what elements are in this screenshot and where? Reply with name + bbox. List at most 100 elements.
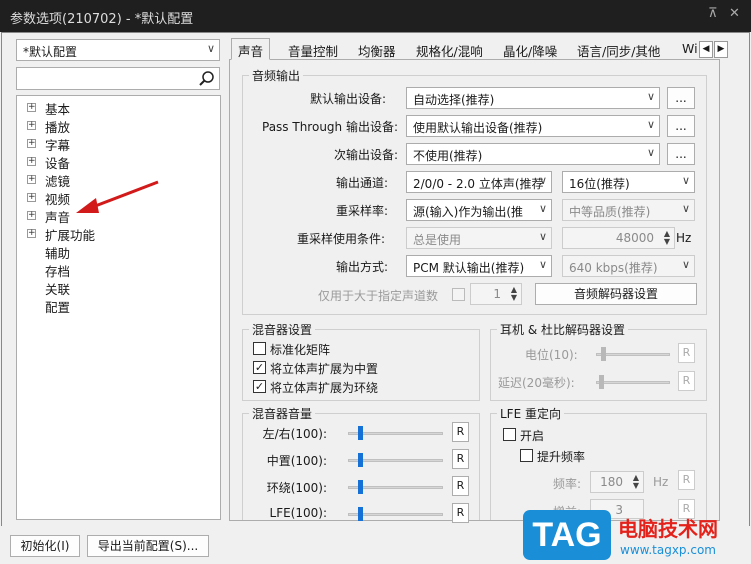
tab[interactable]: 规格化/混响: [410, 39, 489, 60]
quality-select[interactable]: 中等品质(推荐) ∨: [562, 199, 695, 221]
chevron-down-icon: ∨: [646, 90, 655, 103]
audio-decoder-settings-button[interactable]: 音频解码器设置: [535, 283, 697, 305]
bitrate-select[interactable]: 640 kbps(推荐) ∨: [562, 255, 695, 277]
profile-select[interactable]: *默认配置 ∨: [16, 39, 220, 61]
lfe-frequency-spinner[interactable]: 180 ▲ ▼: [590, 471, 644, 493]
level-reset-button[interactable]: R: [678, 343, 695, 363]
tab[interactable]: 声音: [231, 38, 271, 60]
delay-slider-thumb[interactable]: [599, 375, 604, 389]
tree-item[interactable]: + 视频: [27, 189, 70, 208]
export-config-button[interactable]: 导出当前配置(S)...: [87, 535, 209, 557]
lfe-boost-checkbox[interactable]: [520, 449, 533, 462]
bit-depth-select[interactable]: 16位(推荐) ∨: [562, 171, 695, 193]
expand-icon[interactable]: +: [27, 193, 36, 202]
tab[interactable]: 晶化/降噪: [497, 39, 563, 60]
resample-select[interactable]: 源(输入)作为输出(推 ∨: [406, 199, 552, 221]
channel-select[interactable]: 2/0/0 - 2.0 立体声(推荐 ∨: [406, 171, 552, 193]
output-mode-select[interactable]: PCM 默认输出(推荐) ∨: [406, 255, 552, 277]
tree-item[interactable]: + 扩展功能: [27, 225, 95, 244]
expand-icon[interactable]: +: [27, 121, 36, 130]
mixer-checkbox[interactable]: ✓: [253, 361, 266, 374]
pin-icon[interactable]: ⊼: [708, 6, 718, 21]
tree-item[interactable]: + 字幕: [27, 135, 70, 154]
expand-icon[interactable]: +: [27, 103, 36, 112]
expand-icon[interactable]: +: [27, 139, 36, 148]
watermark-site-name: 电脑技术网: [618, 517, 718, 541]
tree-item[interactable]: + 播放: [27, 117, 70, 136]
lfe-enable-checkbox[interactable]: [503, 428, 516, 441]
spin-arrows-icon[interactable]: ▲ ▼: [511, 286, 517, 302]
delay-reset-button[interactable]: R: [678, 371, 695, 391]
resample-condition-select[interactable]: 总是使用 ∨: [406, 227, 552, 249]
volume-slider[interactable]: [348, 426, 443, 440]
tab[interactable]: 语言/同步/其他: [571, 39, 666, 60]
tree-item[interactable]: + 声音: [27, 207, 70, 226]
tree-item[interactable]: 关联: [45, 279, 70, 298]
chevron-down-icon: ∨: [681, 202, 690, 215]
tab[interactable]: 音量控制: [282, 39, 344, 60]
bit-depth-value: 16位(推荐): [569, 177, 630, 191]
tree-item[interactable]: 配置: [45, 297, 70, 316]
expand-icon[interactable]: +: [27, 229, 36, 238]
mixer-checkbox[interactable]: ✓: [253, 380, 266, 393]
volume-reset-button[interactable]: R: [452, 449, 469, 469]
output-mode-label: 输出方式:: [336, 260, 389, 274]
volume-slider-thumb[interactable]: [358, 507, 363, 521]
level-slider[interactable]: [596, 347, 670, 361]
volume-reset-button[interactable]: R: [452, 476, 469, 496]
sample-rate-input[interactable]: 48000 ▲ ▼: [562, 227, 675, 249]
default-device-select[interactable]: 自动选择(推荐) ∨: [406, 87, 660, 109]
passthrough-select[interactable]: 使用默认输出设备(推荐) ∨: [406, 115, 660, 137]
tab-scroll-left-icon[interactable]: ◀: [699, 41, 713, 58]
lfe-frequency-label: 频率:: [553, 477, 582, 491]
settings-tree[interactable]: + 基本 + 播放 + 字幕 + 设备 + 滤镜 + 视频 + 声音 + 扩展功能 辅助 存档 关联 配置: [16, 95, 221, 520]
tree-item[interactable]: + 滤镜: [27, 171, 71, 190]
close-icon[interactable]: ✕: [729, 6, 740, 21]
expand-icon[interactable]: +: [27, 157, 36, 166]
spin-arrows-icon[interactable]: ▲ ▼: [664, 230, 670, 246]
mixer-checkbox-label: 将立体声扩展为中置: [270, 362, 379, 376]
volume-slider[interactable]: [348, 507, 443, 521]
chevron-down-icon: ∨: [538, 174, 547, 187]
tree-item[interactable]: 存档: [45, 261, 70, 280]
title-bar: 参数选项(210702) - *默认配置 ⊼ ✕: [0, 0, 751, 32]
tree-item-label: 滤镜: [45, 174, 71, 189]
secondary-device-more-button[interactable]: ...: [667, 143, 695, 165]
tab[interactable]: 均衡器: [352, 39, 402, 60]
volume-label: 环绕(100):: [266, 481, 327, 495]
tree-item[interactable]: + 设备: [27, 153, 70, 172]
level-slider-thumb[interactable]: [601, 347, 606, 361]
search-icon[interactable]: [198, 70, 215, 87]
chevron-down-icon: ∨: [646, 118, 655, 131]
channels-only-checkbox[interactable]: [452, 288, 465, 301]
headphone-title: 耳机 & 杜比解码器设置: [497, 321, 628, 338]
volume-slider[interactable]: [348, 453, 443, 467]
expand-icon[interactable]: +: [27, 211, 36, 220]
volume-reset-button[interactable]: R: [452, 503, 469, 523]
default-device-more-button[interactable]: ...: [667, 87, 695, 109]
tab[interactable]: Wi: [678, 39, 700, 60]
lfe-title: LFE 重定向: [497, 405, 564, 422]
mixer-checkbox-label: 将立体声扩展为环绕: [270, 381, 379, 395]
passthrough-more-button[interactable]: ...: [667, 115, 695, 137]
mixer-checkbox[interactable]: [253, 342, 266, 355]
tab-scroll-right-icon[interactable]: ▶: [714, 41, 728, 58]
search-input[interactable]: [16, 67, 220, 90]
output-mode-value: PCM 默认输出(推荐): [413, 261, 525, 275]
lfe-boost-label: 提升频率: [537, 450, 586, 464]
init-button[interactable]: 初始化(I): [10, 535, 80, 557]
channels-only-spinner[interactable]: 1 ▲ ▼: [470, 283, 522, 305]
lfe-frequency-reset-button[interactable]: R: [678, 470, 695, 490]
volume-reset-button[interactable]: R: [452, 422, 469, 442]
expand-icon[interactable]: +: [27, 175, 36, 184]
spin-arrows-icon[interactable]: ▲ ▼: [633, 474, 639, 490]
tree-item[interactable]: + 基本: [27, 99, 70, 118]
volume-slider-thumb[interactable]: [358, 426, 363, 440]
volume-slider[interactable]: [348, 480, 443, 494]
tree-item[interactable]: 辅助: [45, 243, 70, 262]
watermark: TAG 电脑技术网 www.tagxp.com: [520, 505, 751, 564]
secondary-device-select[interactable]: 不使用(推荐) ∨: [406, 143, 660, 165]
volume-slider-thumb[interactable]: [358, 453, 363, 467]
volume-slider-thumb[interactable]: [358, 480, 363, 494]
delay-slider[interactable]: [596, 375, 670, 389]
